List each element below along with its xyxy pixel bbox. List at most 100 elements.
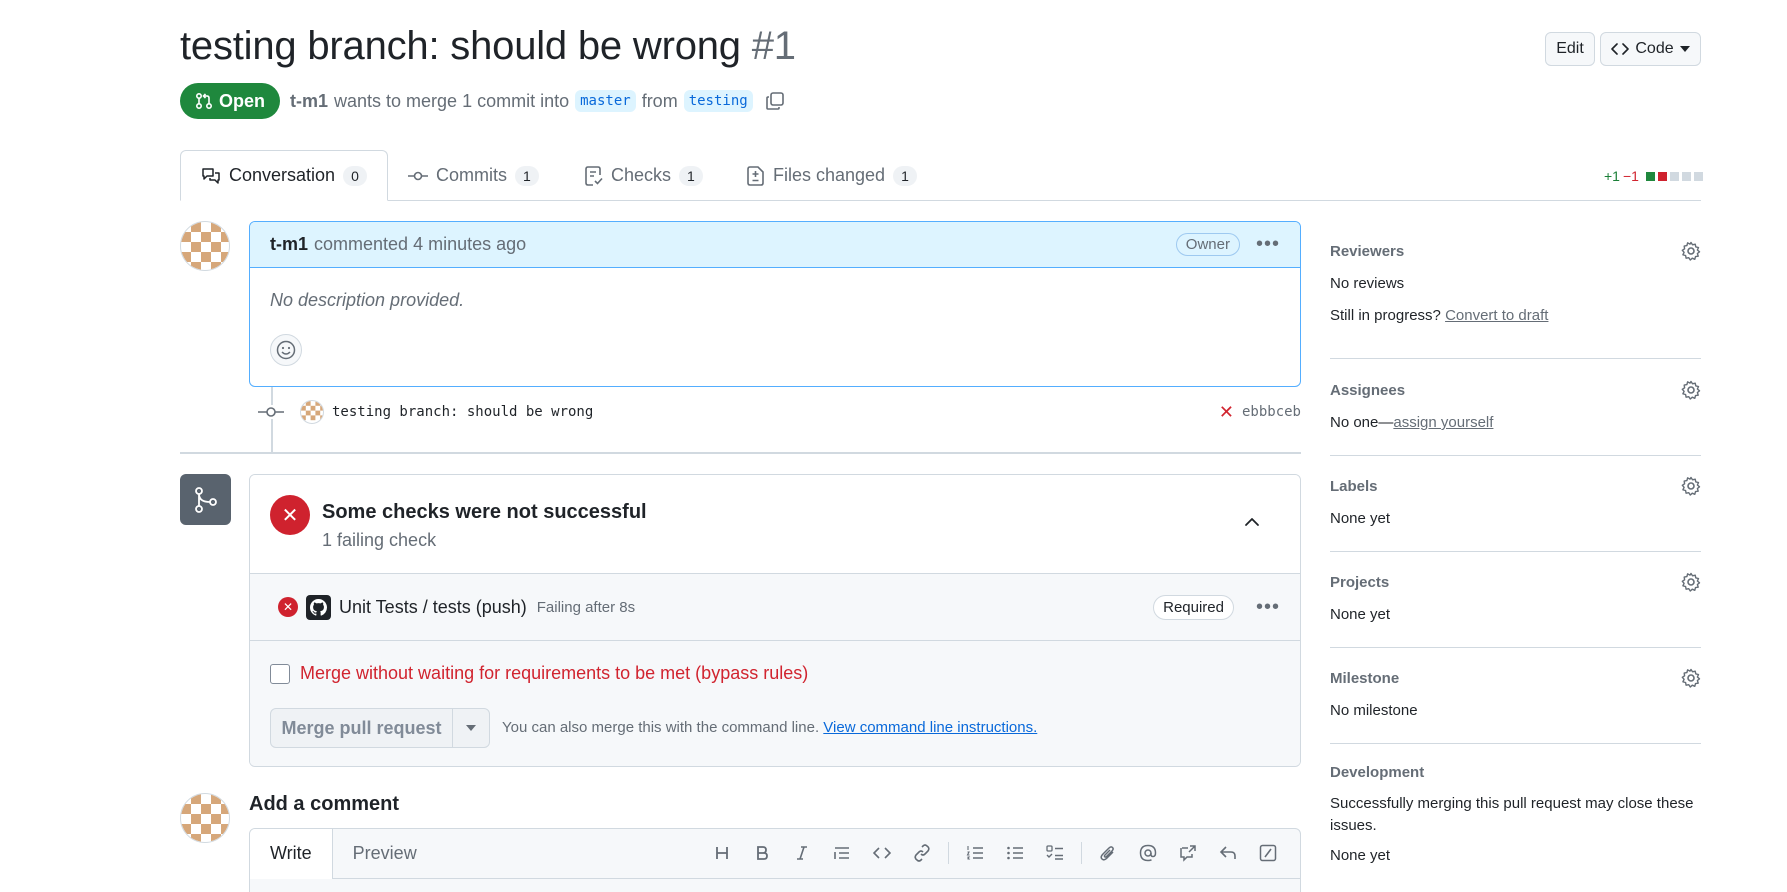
owner-badge: Owner [1175, 233, 1240, 256]
tab-label: Files changed [773, 165, 886, 185]
sidebar-reviewers: Reviewers No reviews Still in progress? … [1330, 241, 1701, 359]
diffstat-block-neutral [1669, 171, 1679, 181]
sidebar-heading[interactable]: Milestone [1330, 670, 1399, 687]
tab-label: Commits [436, 165, 507, 185]
identicon [181, 794, 229, 842]
file-diff-icon [747, 165, 764, 186]
code-button[interactable]: Code [1600, 32, 1701, 66]
draft-prompt: Still in progress? Convert to draft [1330, 305, 1701, 327]
slash-command-icon[interactable] [1248, 833, 1288, 873]
avatar[interactable] [300, 400, 324, 424]
tab-counter: 0 [343, 165, 367, 186]
italic-icon[interactable] [782, 833, 822, 873]
avatar[interactable] [180, 221, 230, 271]
kebab-horizontal-icon[interactable]: ••• [1256, 233, 1280, 256]
gear-icon[interactable] [1681, 668, 1701, 688]
tab-commits[interactable]: Commits 1 [388, 150, 559, 201]
from-text: from [641, 90, 678, 111]
bypass-rules[interactable]: Merge without waiting for requirements t… [270, 663, 808, 684]
state-label: Open [218, 90, 265, 111]
sidebar-heading[interactable]: Reviewers [1330, 243, 1404, 260]
mention-icon[interactable] [1128, 833, 1168, 873]
add-reaction-button[interactable] [270, 334, 302, 366]
sidebar-milestone: Milestone No milestone [1330, 668, 1701, 744]
pr-description-comment: t-m1 commented 4 minutes ago Owner ••• N… [249, 221, 1301, 387]
checks-summary[interactable]: ✕ Some checks were not successful 1 fail… [250, 475, 1300, 574]
check-run-row[interactable]: ✕ Unit Tests / tests (push) Failing afte… [250, 574, 1300, 641]
tab-files-changed[interactable]: Files changed 1 [727, 150, 937, 201]
gear-icon[interactable] [1681, 380, 1701, 400]
tab-counter: 1 [515, 165, 539, 186]
heading-icon[interactable] [702, 833, 742, 873]
toolbar-divider [1081, 842, 1082, 864]
head-branch[interactable]: testing [683, 90, 753, 112]
required-badge: Required [1153, 594, 1234, 620]
merge-pull-request-button[interactable]: Merge pull request [271, 709, 453, 747]
tab-preview[interactable]: Preview [333, 829, 437, 878]
bold-icon[interactable] [742, 833, 782, 873]
tasklist-icon[interactable] [1035, 833, 1075, 873]
chevron-up-icon[interactable] [1244, 517, 1260, 527]
timeline-commit: testing branch: should be wrong ✕ ebbbce… [258, 400, 1301, 424]
cli-text: You can also merge this with the command… [502, 719, 820, 736]
checks-title: Some checks were not successful [322, 501, 647, 523]
sidebar-value: No reviews [1330, 275, 1405, 292]
bypass-checkbox[interactable] [270, 663, 290, 684]
sidebar-value: None yet [1330, 847, 1391, 864]
kebab-horizontal-icon[interactable]: ••• [1256, 596, 1280, 619]
copy-icon[interactable] [765, 91, 785, 111]
identicon [181, 222, 229, 270]
merge-text: wants to merge 1 commit into [334, 90, 570, 111]
reply-icon[interactable] [1208, 833, 1248, 873]
quote-icon[interactable] [822, 833, 862, 873]
comment-author[interactable]: t-m1 [270, 234, 308, 255]
check-name[interactable]: Unit Tests / tests (push) [339, 597, 527, 618]
commit-message[interactable]: testing branch: should be wrong [332, 404, 593, 420]
cli-instructions-link[interactable]: View command line instructions. [823, 719, 1037, 736]
link-icon[interactable] [902, 833, 942, 873]
sidebar-heading[interactable]: Projects [1330, 574, 1389, 591]
toolbar-divider [948, 842, 949, 864]
x-icon[interactable]: ✕ [1219, 402, 1234, 423]
avatar[interactable] [180, 793, 230, 843]
pr-author[interactable]: t-m1 [290, 91, 328, 112]
code-icon [1611, 43, 1630, 55]
base-branch[interactable]: master [575, 90, 636, 112]
ordered-list-icon[interactable] [955, 833, 995, 873]
development-description: Successfully merging this pull request m… [1330, 795, 1694, 834]
diffstat-block-neutral [1693, 171, 1703, 181]
tab-write[interactable]: Write [250, 829, 333, 879]
github-logo-icon [306, 594, 331, 620]
add-comment-heading: Add a comment [249, 793, 400, 815]
tab-checks[interactable]: Checks 1 [565, 150, 723, 201]
convert-to-draft-link[interactable]: Convert to draft [1445, 307, 1548, 324]
merge-button-group: Merge pull request [270, 708, 490, 748]
cross-reference-icon[interactable] [1168, 833, 1208, 873]
markdown-toolbar [702, 829, 1300, 878]
bypass-label[interactable]: Merge without waiting for requirements t… [300, 663, 808, 684]
assign-yourself-link[interactable]: assign yourself [1393, 414, 1493, 431]
paperclip-icon[interactable] [1088, 833, 1128, 873]
merge-method-dropdown[interactable] [453, 725, 489, 731]
diffstat-block-neutral [1681, 171, 1691, 181]
commit-sha[interactable]: ebbbceb [1242, 404, 1301, 420]
sidebar-value: No milestone [1330, 702, 1418, 719]
code-icon[interactable] [862, 833, 902, 873]
pr-meta: t-m1 wants to merge 1 commit into master… [290, 90, 785, 112]
gear-icon[interactable] [1681, 241, 1701, 261]
comment-discussion-icon [202, 167, 220, 184]
tab-label: Conversation [229, 165, 336, 185]
x-circle-fill-icon: ✕ [278, 597, 298, 617]
sidebar-heading[interactable]: Labels [1330, 478, 1378, 495]
comment-time[interactable]: 4 minutes ago [413, 234, 526, 255]
commit-icon [408, 171, 428, 180]
gear-icon[interactable] [1681, 476, 1701, 496]
gear-icon[interactable] [1681, 572, 1701, 592]
sidebar-heading[interactable]: Assignees [1330, 382, 1405, 399]
comment-header: t-m1 commented 4 minutes ago Owner ••• [250, 222, 1300, 268]
tab-counter: 1 [893, 165, 917, 186]
tab-conversation[interactable]: Conversation 0 [180, 150, 388, 201]
edit-button[interactable]: Edit [1545, 32, 1595, 66]
unordered-list-icon[interactable] [995, 833, 1035, 873]
sidebar-heading[interactable]: Development [1330, 764, 1424, 781]
